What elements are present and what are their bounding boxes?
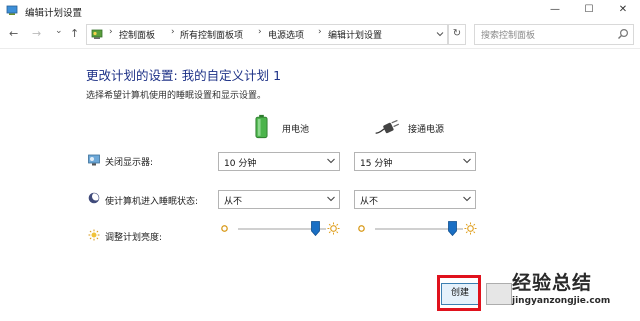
address-bar[interactable]: › 控制面板 › 所有控制面板项 › 电源选项 › 编辑计划设置 — [86, 24, 448, 45]
brightness-sun-icon — [88, 229, 100, 241]
page-subtitle: 选择希望计算机使用的睡眠设置和显示设置。 — [86, 91, 267, 101]
control-panel-icon — [91, 29, 103, 39]
sleep-plugged-select[interactable]: 从不 — [354, 190, 476, 209]
up-arrow-icon[interactable]: ↑ — [70, 27, 79, 40]
search-placeholder: 搜索控制面板 — [481, 31, 536, 41]
display-off-battery-select[interactable]: 10 分钟 — [218, 152, 340, 171]
slider-thumb[interactable] — [311, 221, 320, 236]
refresh-button[interactable]: ↻ — [448, 24, 466, 45]
bright-sun-icon — [464, 222, 477, 235]
breadcrumb-power-options[interactable]: 电源选项 — [268, 28, 304, 41]
page-title: 更改计划的设置: 我的自定义计划 1 — [86, 68, 282, 83]
recent-locations-icon[interactable]: ⌄ — [55, 26, 63, 36]
watermark-chinese: 经验总结 — [512, 272, 593, 294]
display-off-plugged-value: 15 分钟 — [360, 159, 393, 169]
battery-column-label: 用电池 — [282, 125, 310, 135]
chevron-down-icon — [327, 196, 335, 202]
breadcrumb-control-panel[interactable]: 控制面板 — [119, 28, 155, 41]
back-arrow-icon[interactable]: ← — [9, 27, 18, 40]
chevron-down-icon — [463, 196, 471, 202]
sleep-plugged-value: 从不 — [360, 197, 379, 207]
chevron-down-icon — [327, 158, 335, 164]
close-button[interactable]: ✕ — [606, 0, 640, 22]
breadcrumb-separator: › — [109, 27, 113, 37]
sleep-moon-icon — [88, 192, 100, 204]
red-highlight-box — [437, 275, 481, 311]
minimize-button[interactable]: — — [538, 0, 572, 22]
breadcrumb-separator: › — [318, 27, 322, 37]
search-box[interactable]: 搜索控制面板 — [474, 24, 634, 45]
plugged-column-label: 接通电源 — [408, 125, 445, 135]
brightness-battery-slider[interactable] — [238, 220, 326, 238]
search-icon — [618, 28, 629, 39]
forward-arrow-icon[interactable]: → — [32, 27, 41, 40]
breadcrumb-separator: › — [258, 27, 262, 37]
cancel-button[interactable] — [486, 283, 512, 305]
sleep-battery-value: 从不 — [224, 197, 243, 207]
display-icon — [88, 154, 100, 166]
slider-thumb[interactable] — [448, 221, 457, 236]
toolbar-divider — [0, 48, 640, 49]
watermark-pinyin: jingyanzongjie.com — [512, 296, 611, 306]
navigation-bar: ← → ⌄ ↑ › 控制面板 › 所有控制面板项 › 电源选项 › 编辑计划设置… — [0, 22, 640, 46]
bright-sun-icon — [327, 222, 340, 235]
chevron-down-icon[interactable] — [436, 30, 444, 38]
breadcrumb-edit-plan[interactable]: 编辑计划设置 — [328, 28, 382, 41]
maximize-button[interactable]: ☐ — [572, 0, 606, 22]
display-off-label: 关闭显示器: — [105, 158, 154, 168]
breadcrumb-separator: › — [171, 27, 175, 37]
dim-sun-icon — [221, 225, 228, 232]
brightness-plugged-slider[interactable] — [375, 220, 463, 238]
sleep-label: 使计算机进入睡眠状态: — [105, 197, 199, 207]
power-options-icon — [6, 5, 18, 15]
sleep-battery-select[interactable]: 从不 — [218, 190, 340, 209]
power-plug-icon — [375, 119, 400, 134]
watermark: 经验总结 jingyanzongjie.com — [512, 268, 638, 306]
dim-sun-icon — [358, 225, 365, 232]
brightness-label: 调整计划亮度: — [105, 233, 163, 243]
display-off-battery-value: 10 分钟 — [224, 159, 257, 169]
display-off-plugged-select[interactable]: 15 分钟 — [354, 152, 476, 171]
breadcrumb-all-items[interactable]: 所有控制面板项 — [180, 28, 243, 41]
window-title: 编辑计划设置 — [25, 8, 83, 19]
battery-icon — [255, 114, 268, 139]
chevron-down-icon — [463, 158, 471, 164]
title-bar: 编辑计划设置 — ☐ ✕ — [0, 0, 640, 22]
